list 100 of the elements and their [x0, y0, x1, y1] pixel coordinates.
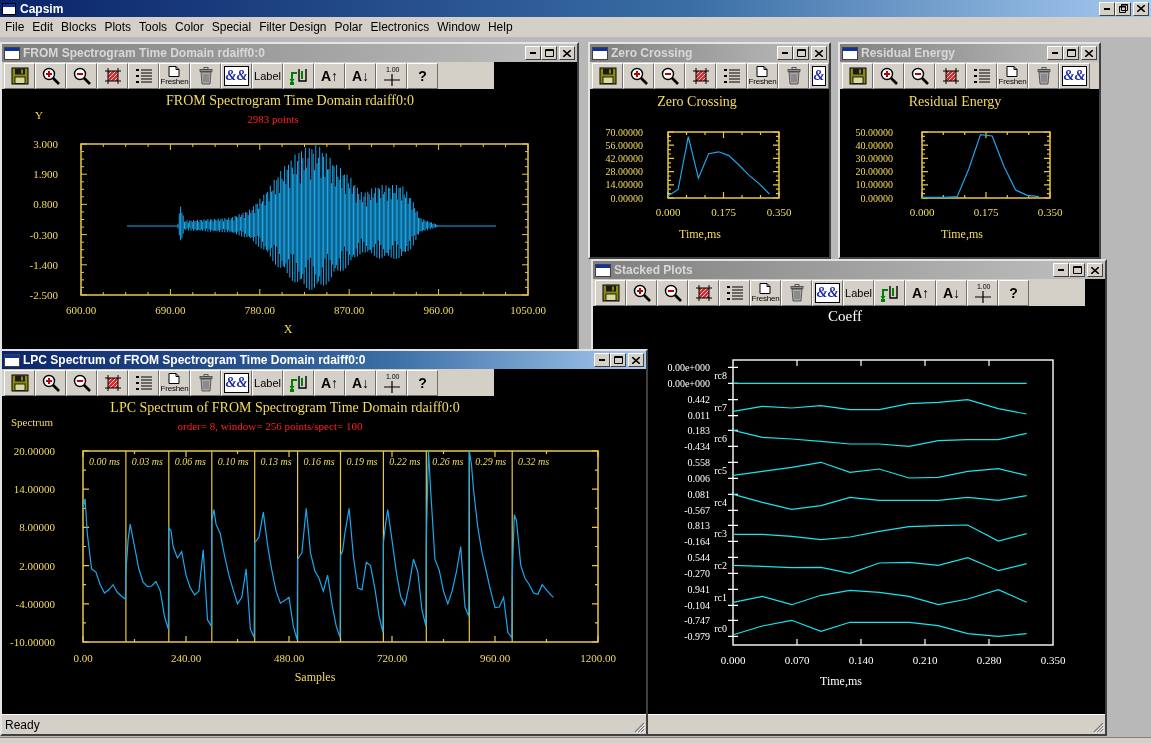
window-title: Stacked Plots: [614, 263, 694, 277]
trace-name-label: rc8: [714, 369, 727, 381]
axis-tick-label: 28.00000: [605, 166, 643, 178]
axis-tick-label: 0.800: [33, 198, 58, 211]
axis-tick-label: 0.280: [976, 654, 1002, 666]
axis-tick-label: 0.000: [909, 206, 935, 218]
segment-time-label: 0.29 ms: [475, 455, 507, 467]
plot-title: FROM Spectrogram Time Domain rdaiff0:0: [166, 92, 414, 108]
axis-tick-label: 20.00000: [13, 445, 55, 457]
segment-time-label: 0.19 ms: [346, 455, 378, 467]
axis-tick-label: 720.00: [376, 652, 408, 664]
axis-tick-label: 20.00000: [855, 166, 893, 178]
axis-tick-label: 0.140: [848, 654, 874, 666]
trace-name-label: rc7: [714, 402, 727, 414]
plot-subtitle: order= 8, window= 256 points/spect= 100: [177, 420, 363, 432]
segment-time-label: 0.00 ms: [88, 455, 120, 467]
trace-name-label: rc3: [714, 527, 727, 539]
axis-tick-label: 14.00000: [605, 179, 643, 191]
axis-tick-label: 0.350: [766, 206, 792, 218]
chart-title: Residual Energy: [908, 93, 1002, 109]
axis-tick-label: -0.747: [684, 614, 710, 626]
axis-tick-label: 10.00000: [855, 179, 893, 191]
axis-tick-label: 56.00000: [605, 139, 643, 151]
trace-name-label: rc1: [714, 591, 727, 603]
axis-tick-label: -0.567: [684, 504, 710, 516]
axis-tick-label: -10.00000: [10, 636, 55, 648]
axis-title: Time,ms: [679, 227, 721, 241]
segment-time-label: 0.03 ms: [131, 455, 163, 467]
axis-tick-label: 0.175: [973, 206, 999, 218]
window-title: LPC Spectrum of FROM Spectrogram Time Domain rdaiff0:0: [23, 353, 367, 367]
trace-name-label: rc6: [714, 432, 727, 444]
axis-tick-label: -2.500: [29, 289, 58, 301]
axis-tick-label: 0.183: [687, 424, 710, 436]
trace-name-label: rc2: [714, 559, 727, 571]
chart-title: LPC Spectrum of FROM Spectrogram Time Domain rdaiff0:0: [110, 399, 460, 415]
plot-title: Coeff: [828, 308, 862, 324]
trace-name-label: rc4: [714, 496, 727, 508]
axis-tick-label: 2.00000: [19, 559, 55, 572]
axis-title: Time,ms: [941, 227, 983, 241]
segment-time-label: 0.22 ms: [389, 455, 421, 467]
segment-time-label: 0.32 ms: [518, 455, 550, 467]
axis-tick-label: 40.00000: [855, 139, 893, 151]
axis-tick-label: 14.00000: [13, 483, 55, 496]
axis-title: Samples: [294, 670, 336, 684]
axis-tick-label: 0.000: [720, 654, 746, 666]
axis-tick-label: 0.813: [687, 519, 710, 531]
axis-tick-label: 3.000: [33, 138, 58, 150]
axis-tick-label: 240.00: [170, 652, 202, 664]
segment-time-label: 0.26 ms: [432, 455, 464, 467]
axis-tick-label: -0.300: [29, 228, 58, 241]
status-text: Ready: [5, 717, 40, 732]
axis-tick-label: 960.00: [479, 652, 511, 664]
axis-tick-label: 42.00000: [605, 152, 643, 164]
axis-tick-label: 0.00e+000: [667, 361, 710, 373]
plot-subtitle: 2983 points: [247, 113, 299, 125]
axis-tick-label: 1050.00: [510, 304, 546, 316]
segment-time-label: 0.16 ms: [303, 455, 335, 467]
axis-tick-label: -4.00000: [15, 597, 55, 610]
axis-tick-label: 8.00000: [19, 521, 55, 534]
axis-tick-label: 600.00: [65, 304, 97, 316]
axis-tick-label: 50.00000: [855, 126, 893, 138]
trace-name-label: rc5: [714, 464, 727, 476]
window-title: FROM Spectrogram Time Domain rdaiff0:0: [23, 46, 266, 60]
axis-tick-label: 0.00: [73, 652, 93, 664]
axis-title: Y: [35, 109, 43, 121]
segment-time-label: 0.10 ms: [217, 455, 249, 467]
axis-tick-label: -0.270: [684, 567, 710, 579]
axis-tick-label: -0.164: [684, 535, 710, 547]
axis-tick-label: 0.00000: [860, 192, 893, 204]
axis-tick-label: 690.00: [155, 304, 186, 316]
axis-tick-label: 0.070: [784, 654, 810, 666]
app-title: Capsim: [20, 1, 65, 16]
axis-tick-label: 0.006: [687, 472, 710, 484]
axis-tick-label: 480.00: [273, 652, 305, 664]
axis-tick-label: 870.00: [334, 304, 365, 316]
axis-tick-label: -0.104: [684, 599, 710, 611]
axis-tick-label: 0.350: [1037, 206, 1063, 218]
axis-tick-label: 30.00000: [855, 152, 893, 164]
axis-tick-label: 0.558: [687, 456, 710, 468]
axis-tick-label: 0.544: [687, 551, 710, 563]
window-title: Residual Energy: [861, 46, 957, 60]
axis-tick-label: 780.00: [244, 304, 275, 316]
axis-tick-label: 0.350: [1040, 654, 1066, 666]
axis-tick-label: 70.00000: [605, 126, 643, 138]
axis-tick-label: 0.175: [711, 206, 736, 218]
trace-name-label: rc0: [714, 622, 727, 634]
segment-time-label: 0.06 ms: [174, 455, 206, 467]
axis-tick-label: 0.011: [687, 410, 710, 422]
axis-tick-label: -1.400: [29, 258, 58, 271]
segment-time-label: 0.13 ms: [260, 455, 292, 467]
axis-tick-label: 0.00e+000: [667, 377, 710, 389]
axis-tick-label: 0.00000: [610, 192, 643, 204]
axis-tick-label: 0.941: [687, 583, 710, 595]
axis-tick-label: 1200.00: [580, 652, 616, 664]
axis-tick-label: 0.442: [687, 394, 710, 406]
axis-tick-label: 0.210: [912, 654, 938, 666]
axis-title: X: [283, 322, 293, 336]
axis-tick-label: 0.000: [655, 206, 681, 218]
axis-tick-label: -0.434: [684, 440, 710, 452]
axis-tick-label: 0.081: [687, 488, 710, 500]
